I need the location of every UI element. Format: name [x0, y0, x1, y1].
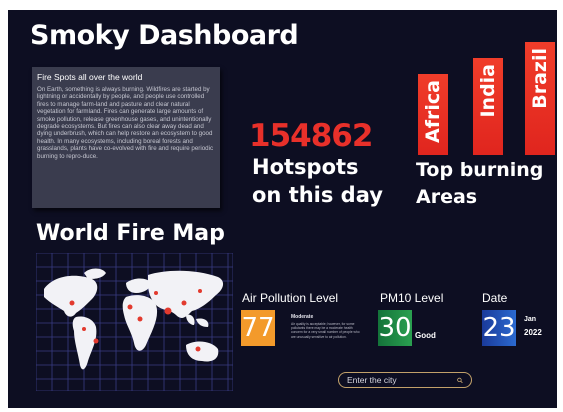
- fire-info-card: Fire Spots all over the world On Earth, …: [32, 67, 220, 208]
- date-year: 2022: [524, 328, 542, 337]
- city-search-input[interactable]: [347, 375, 457, 385]
- air-quality-status: Moderate: [291, 314, 314, 320]
- bar-brazil-label: Brazil: [529, 48, 551, 109]
- city-search[interactable]: [338, 372, 472, 388]
- hotspot-caption: Hotspots on this day: [252, 153, 383, 209]
- air-pollution-value: 77: [241, 313, 275, 343]
- world-fire-map[interactable]: [35, 252, 234, 392]
- bar-brazil: Brazil: [525, 42, 555, 155]
- pm10-value: 30: [378, 313, 412, 343]
- top-burning-line2: Areas: [416, 186, 478, 208]
- air-pollution-label: Air Pollution Level: [242, 291, 339, 305]
- air-pollution-box: 77: [241, 310, 275, 346]
- dashboard-panel: Smoky Dashboard Fire Spots all over the …: [8, 10, 557, 408]
- world-map-graphic: [35, 252, 234, 392]
- map-title: World Fire Map: [36, 221, 225, 246]
- bar-africa: Africa: [418, 74, 448, 155]
- air-quality-text: Air quality is acceptable; however, for …: [291, 322, 360, 339]
- pm10-label: PM10 Level: [380, 291, 444, 305]
- fire-card-heading: Fire Spots all over the world: [37, 72, 143, 82]
- pm10-status: Good: [415, 331, 436, 340]
- bar-africa-label: Africa: [422, 80, 444, 143]
- top-burning-caption: Top burning Areas: [416, 157, 543, 211]
- hotspot-caption-line2: on this day: [252, 183, 383, 207]
- top-burning-line1: Top burning: [416, 159, 544, 181]
- bar-india: India: [473, 58, 503, 155]
- date-box: 23: [482, 310, 516, 346]
- top-burning-bars: Africa India Brazil: [418, 42, 557, 155]
- bar-india-label: India: [477, 64, 499, 118]
- date-day: 23: [482, 313, 516, 343]
- pm10-box: 30: [378, 310, 412, 346]
- date-label: Date: [482, 291, 508, 305]
- search-icon[interactable]: [457, 376, 463, 385]
- hotspot-caption-line1: Hotspots: [252, 155, 359, 179]
- date-month: Jan: [524, 316, 537, 323]
- fire-card-body: On Earth, something is always burning. W…: [37, 86, 214, 160]
- air-quality-note: Moderate Air quality is acceptable; howe…: [291, 314, 363, 339]
- hotspot-count: 154862: [249, 118, 373, 154]
- dashboard-title: Smoky Dashboard: [30, 20, 299, 51]
